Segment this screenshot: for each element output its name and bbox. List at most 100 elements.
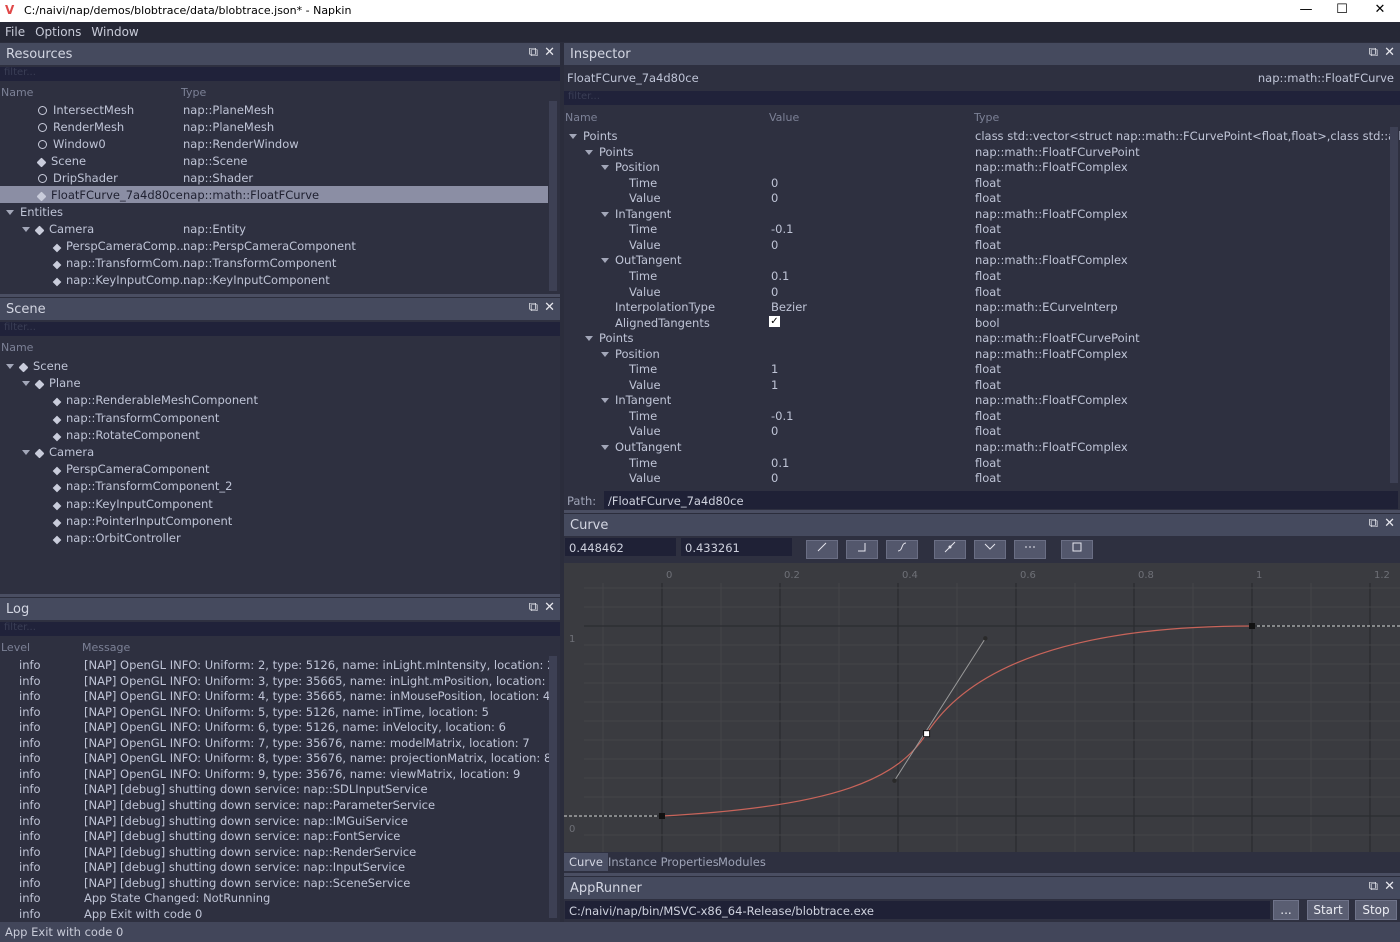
- menu-options[interactable]: Options: [30, 22, 86, 39]
- curve-graph[interactable]: 0 0.2 0.4 0.6 0.8 1 1.2 1 0: [564, 563, 1400, 852]
- bezier-interp-button[interactable]: [886, 540, 918, 559]
- scene-row[interactable]: nap::TransformComponent: [0, 409, 560, 426]
- resource-row[interactable]: Window0 nap::RenderWindow: [0, 135, 560, 152]
- log-row[interactable]: info App State Changed: NotRunning: [0, 889, 560, 906]
- flat-tangents-button[interactable]: [1014, 540, 1046, 559]
- inspector-row[interactable]: Time 1 float: [564, 360, 1388, 377]
- menu-window[interactable]: Window: [86, 22, 143, 39]
- inspector-row[interactable]: Value 0 float: [564, 189, 1388, 206]
- frame-view-button[interactable]: [1061, 540, 1093, 559]
- property-value[interactable]: 1: [771, 362, 778, 376]
- chevron-down-icon[interactable]: [601, 351, 609, 357]
- float-icon[interactable]: ⧉: [1369, 45, 1378, 60]
- log-row[interactable]: info [NAP] OpenGL INFO: Uniform: 5, type:…: [0, 703, 560, 720]
- log-row[interactable]: info [NAP] [debug] shutting down service:…: [0, 843, 560, 860]
- chevron-down-icon[interactable]: [6, 210, 14, 215]
- log-row[interactable]: info App Exit with code 0: [0, 905, 560, 922]
- log-row[interactable]: info [NAP] OpenGL INFO: Uniform: 4, type:…: [0, 687, 560, 704]
- splitter[interactable]: [0, 594, 560, 597]
- inspector-row[interactable]: Value 1 float: [564, 376, 1388, 393]
- inspector-row[interactable]: OutTangent nap::math::FloatFComplex: [564, 251, 1388, 268]
- inspector-row[interactable]: Value 0 float: [564, 236, 1388, 253]
- chevron-down-icon[interactable]: [22, 227, 30, 232]
- tab-curve[interactable]: Curve: [564, 853, 608, 871]
- chevron-down-icon[interactable]: [601, 398, 609, 404]
- resources-filter-input[interactable]: filter...: [0, 67, 560, 81]
- tab-modules[interactable]: Modules: [713, 853, 771, 871]
- chevron-down-icon[interactable]: [585, 149, 593, 155]
- scene-row[interactable]: Plane: [0, 374, 560, 391]
- aligned-tangents-checkbox[interactable]: ✓: [769, 315, 780, 327]
- inspector-row[interactable]: AlignedTangents ✓ bool: [564, 314, 1388, 331]
- close-icon[interactable]: ✕: [544, 45, 555, 60]
- splitter[interactable]: [564, 873, 1400, 876]
- resource-row[interactable]: DripShader nap::Shader: [0, 169, 560, 186]
- property-value[interactable]: -0.1: [771, 222, 793, 236]
- close-icon[interactable]: ✕: [1384, 516, 1395, 531]
- property-value[interactable]: 0: [771, 238, 778, 252]
- log-row[interactable]: info [NAP] [debug] shutting down service:…: [0, 812, 560, 829]
- log-row[interactable]: info [NAP] [debug] shutting down service:…: [0, 874, 560, 891]
- splitter[interactable]: [0, 294, 560, 297]
- start-button[interactable]: Start: [1307, 900, 1349, 920]
- log-row[interactable]: info [NAP] [debug] shutting down service:…: [0, 780, 560, 797]
- scene-row[interactable]: Camera: [0, 443, 560, 460]
- chevron-down-icon[interactable]: [569, 134, 577, 139]
- inspector-row[interactable]: Time -0.1 float: [564, 220, 1388, 237]
- property-value[interactable]: 1: [771, 378, 778, 392]
- resource-row[interactable]: nap::TransformCom... nap::TransformCompon…: [0, 254, 560, 271]
- close-icon[interactable]: ✕: [1384, 45, 1395, 60]
- curve-time-field[interactable]: 0.448462: [565, 538, 676, 556]
- scene-row[interactable]: nap::OrbitController: [0, 529, 560, 546]
- path-field[interactable]: /FloatFCurve_7a4d80ce: [604, 491, 1398, 509]
- float-icon[interactable]: ⧉: [1369, 879, 1378, 894]
- log-scrollbar[interactable]: [549, 656, 557, 918]
- inspector-row[interactable]: OutTangent nap::math::FloatFComplex: [564, 438, 1388, 455]
- float-icon[interactable]: ⧉: [529, 600, 538, 615]
- scene-row[interactable]: nap::RenderableMeshComponent: [0, 391, 560, 408]
- tab-instance-properties[interactable]: Instance Properties: [603, 853, 724, 871]
- scene-row[interactable]: nap::PointerInputComponent: [0, 512, 560, 529]
- inspector-row[interactable]: Position nap::math::FloatFComplex: [564, 158, 1388, 175]
- log-filter-input[interactable]: filter...: [0, 622, 560, 636]
- property-value[interactable]: 0: [771, 285, 778, 299]
- scene-row[interactable]: nap::KeyInputComponent: [0, 495, 560, 512]
- float-icon[interactable]: ⧉: [529, 45, 538, 60]
- inspector-row[interactable]: Time -0.1 float: [564, 407, 1388, 424]
- resources-scrollbar[interactable]: [549, 101, 557, 291]
- property-value[interactable]: 0: [771, 471, 778, 485]
- log-row[interactable]: info [NAP] OpenGL INFO: Uniform: 2, type:…: [0, 656, 560, 673]
- resource-row[interactable]: nap::KeyInputComp... nap::KeyInputCompone…: [0, 271, 560, 288]
- resource-row[interactable]: PerspCameraComp... nap::PerspCameraCompon…: [0, 237, 560, 254]
- chevron-down-icon[interactable]: [601, 165, 609, 171]
- inspector-row[interactable]: InTangent nap::math::FloatFComplex: [564, 205, 1388, 222]
- float-icon[interactable]: ⧉: [1369, 516, 1378, 531]
- resource-row[interactable]: Entities: [0, 203, 560, 220]
- inspector-row[interactable]: Points class std::vector<struct nap::math…: [564, 127, 1400, 144]
- inspector-row[interactable]: Value 0 float: [564, 283, 1388, 300]
- log-row[interactable]: info [NAP] OpenGL INFO: Uniform: 6, type:…: [0, 718, 560, 735]
- chevron-down-icon[interactable]: [22, 381, 30, 387]
- browse-button[interactable]: ...: [1273, 900, 1299, 920]
- inspector-row[interactable]: Value 0 float: [564, 469, 1388, 486]
- scene-filter-input[interactable]: filter...: [0, 322, 560, 336]
- float-icon[interactable]: ⧉: [529, 300, 538, 315]
- close-icon[interactable]: ✕: [544, 300, 555, 315]
- chevron-down-icon[interactable]: [22, 450, 30, 455]
- resource-row[interactable]: RenderMesh nap::PlaneMesh: [0, 118, 560, 135]
- log-row[interactable]: info [NAP] [debug] shutting down service:…: [0, 796, 560, 813]
- property-value[interactable]: 0.1: [771, 456, 789, 470]
- inspector-row[interactable]: Points nap::math::FloatFCurvePoint: [564, 329, 1388, 346]
- inspector-filter-input[interactable]: filter...: [564, 91, 1400, 105]
- resource-row[interactable]: IntersectMesh nap::PlaneMesh: [0, 101, 560, 118]
- log-row[interactable]: info [NAP] [debug] shutting down service:…: [0, 827, 560, 844]
- inspector-row[interactable]: Position nap::math::FloatFComplex: [564, 345, 1388, 362]
- inspector-scrollbar[interactable]: [1390, 127, 1398, 483]
- aligned-tangents-button[interactable]: [934, 540, 966, 559]
- minimize-button[interactable]: —: [1286, 2, 1326, 20]
- chevron-down-icon[interactable]: [6, 364, 14, 369]
- close-icon[interactable]: ✕: [1384, 879, 1395, 894]
- inspector-row[interactable]: Time 0.1 float: [564, 454, 1388, 471]
- inspector-row[interactable]: InTangent nap::math::FloatFComplex: [564, 391, 1388, 408]
- scene-row[interactable]: nap::TransformComponent_2: [0, 477, 560, 494]
